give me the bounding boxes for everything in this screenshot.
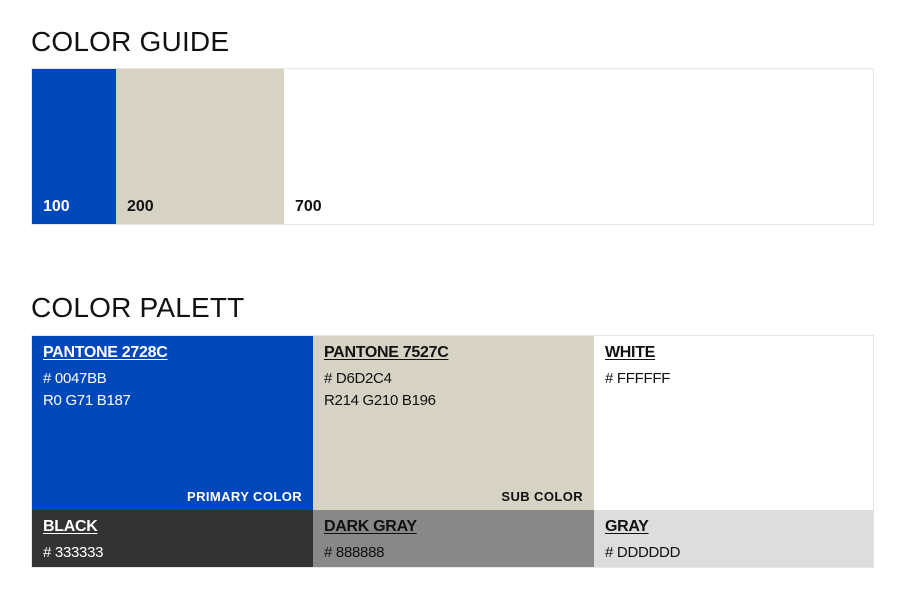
palette-card-gray: GRAY # DDDDDD	[594, 510, 873, 567]
color-name: DARK GRAY	[324, 518, 417, 535]
palette-card-pantone-2728c: PANTONE 2728C # 0047BB R0 G71 B187 PRIMA…	[32, 336, 313, 510]
color-palette-grid: PANTONE 2728C # 0047BB R0 G71 B187 PRIMA…	[31, 335, 874, 568]
color-role: SUB COLOR	[501, 489, 583, 504]
guide-swatch-200: 200	[116, 69, 284, 224]
color-name: BLACK	[43, 518, 98, 535]
color-name: WHITE	[605, 344, 656, 361]
color-hex: # FFFFFF	[605, 370, 671, 387]
palette-card-dark-gray: DARK GRAY # 888888	[313, 510, 594, 567]
color-name: GRAY	[605, 518, 649, 535]
color-role: PRIMARY COLOR	[187, 489, 302, 504]
color-hex: # 888888	[324, 544, 385, 561]
color-guide-strip: 100 200 700	[31, 68, 874, 225]
guide-swatch-label: 200	[127, 198, 154, 215]
guide-swatch-700: 700	[284, 69, 873, 224]
guide-swatch-label: 700	[295, 198, 322, 215]
color-guide-title: COLOR GUIDE	[31, 26, 230, 57]
color-rgb: R0 G71 B187	[43, 392, 131, 409]
color-hex: # D6D2C4	[324, 370, 392, 387]
color-rgb: R214 G210 B196	[324, 392, 436, 409]
guide-swatch-label: 100	[43, 198, 70, 215]
color-name: PANTONE 2728C	[43, 344, 168, 361]
color-hex: # 0047BB	[43, 370, 107, 387]
color-name: PANTONE 7527C	[324, 344, 449, 361]
palette-card-white: WHITE # FFFFFF	[594, 336, 873, 510]
guide-swatch-100: 100	[32, 69, 116, 224]
color-hex: # 333333	[43, 544, 104, 561]
color-palette-title: COLOR PALETT	[31, 292, 245, 323]
palette-card-black: BLACK # 333333	[32, 510, 313, 567]
palette-card-pantone-7527c: PANTONE 7527C # D6D2C4 R214 G210 B196 SU…	[313, 336, 594, 510]
color-hex: # DDDDDD	[605, 544, 681, 561]
